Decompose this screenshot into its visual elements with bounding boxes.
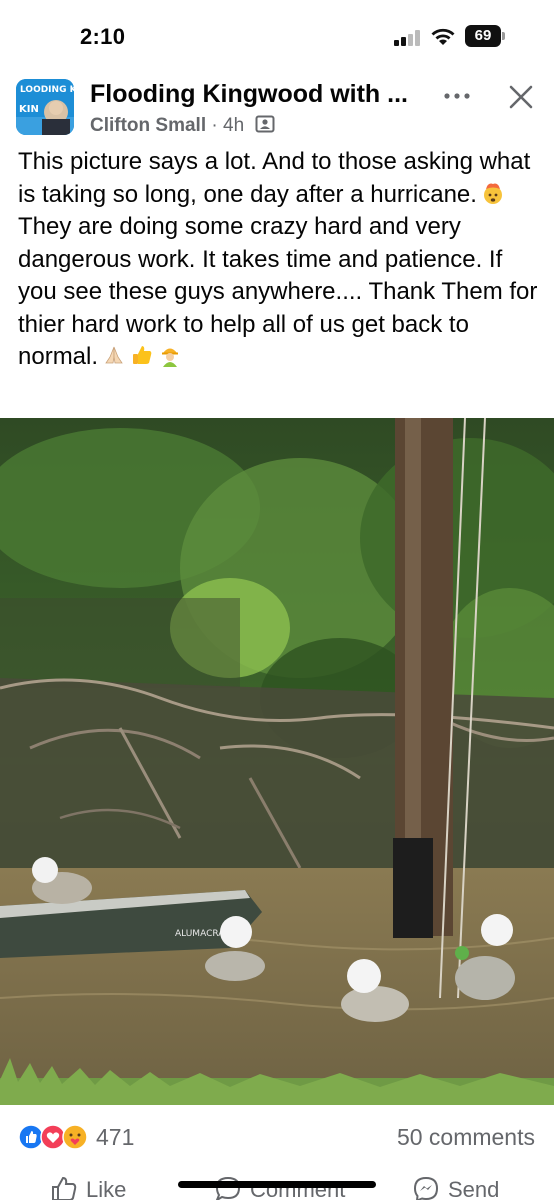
author-line: Clifton Small · 4h [90,114,275,140]
send-button[interactable]: Send [412,1175,499,1200]
messenger-icon [413,1176,439,1200]
comments-count[interactable]: 50 comments [397,1124,535,1151]
wifi-icon [431,28,455,45]
post-line-2: They are doing some crazy hard and very … [18,213,538,370]
more-options-button[interactable] [440,86,474,106]
author-name[interactable]: Clifton Small [90,115,206,136]
send-label: Send [448,1177,500,1200]
group-audience-icon [255,114,275,140]
close-icon[interactable] [508,84,534,110]
reaction-summary-icon[interactable] [18,1124,92,1150]
flood-photo-scene: ALUMACRAFT [0,418,554,1105]
post-paragraph-1: This picture says a lot. And to those as… [18,146,542,211]
post-line-1: This picture says a lot. And to those as… [18,148,531,208]
svg-text:LOODING K: LOODING K [20,85,74,95]
svg-text:KIN: KIN [19,104,39,115]
thumbs-up-emoji-icon [133,346,152,364]
status-time: 2:10 [80,24,126,49]
exploding-head-emoji-icon [483,183,502,204]
group-name[interactable]: Flooding Kingwood with ... [90,80,408,109]
status-bar: 2:10 69 [0,0,554,70]
post-header: LOODING K KIN Flooding Kingwood with ...… [0,76,554,138]
reactions-bar: 471 50 comments [0,1118,554,1158]
like-button[interactable]: Like [50,1175,126,1200]
like-icon [52,1176,77,1200]
home-indicator[interactable] [178,1181,376,1188]
post-text: This picture says a lot. And to those as… [18,146,542,374]
like-label: Like [86,1177,127,1200]
meta-separator: · [211,115,218,136]
battery-icon: 69 [465,25,505,47]
folded-hands-emoji-icon [105,346,123,364]
post-age[interactable]: 4h [223,115,244,136]
group-avatar[interactable]: LOODING K KIN [16,79,74,135]
post-photo[interactable]: ALUMACRAFT [0,418,554,1105]
reaction-count[interactable]: 471 [96,1124,134,1151]
battery-level: 69 [465,25,501,47]
construction-worker-emoji-icon [162,348,179,367]
post-paragraph-2: They are doing some crazy hard and very … [18,211,542,374]
cellular-signal-icon [394,30,422,46]
